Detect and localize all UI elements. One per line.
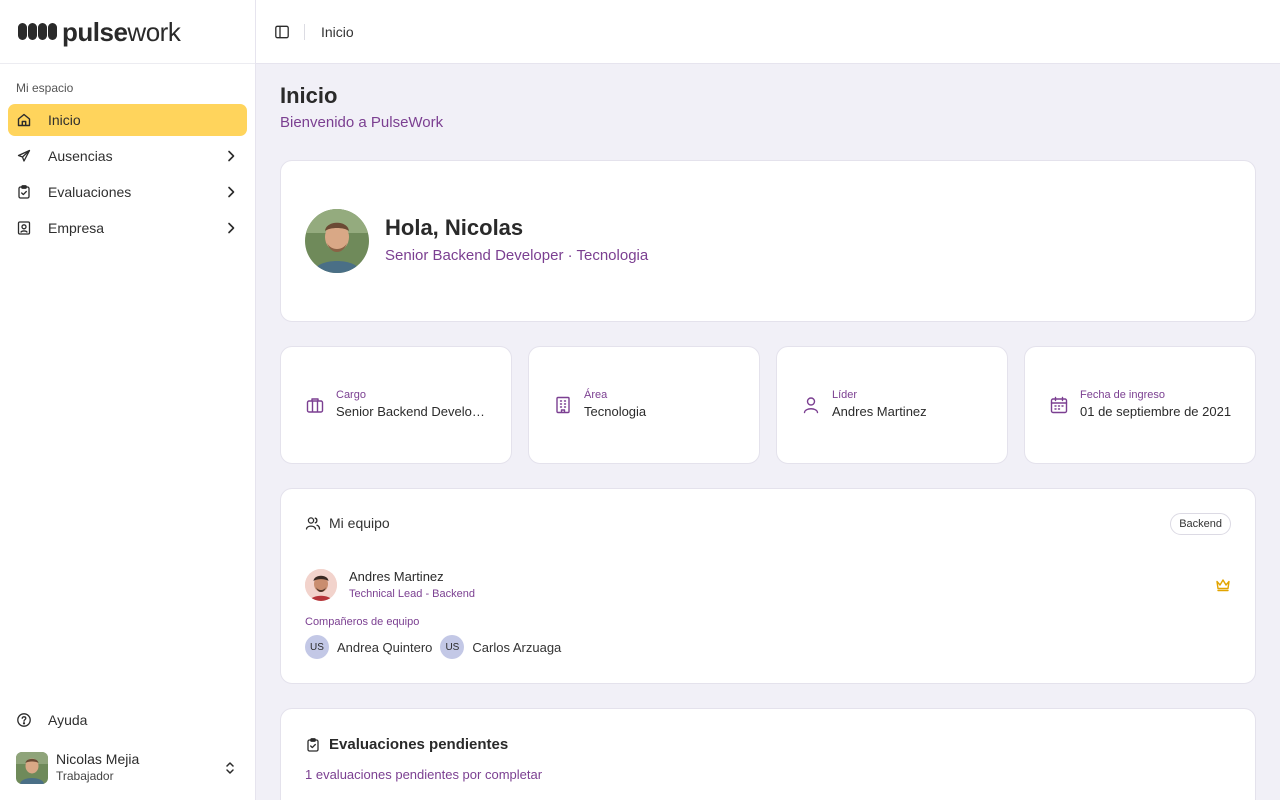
info-card-lider: Líder Andres Martinez (776, 346, 1008, 464)
info-value: 01 de septiembre de 2021 (1080, 404, 1232, 419)
info-value: Senior Backend Developer (336, 404, 488, 419)
teammate[interactable]: US Carlos Arzuaga (440, 635, 561, 659)
profile-subtitle: Senior Backend Developer · Tecnologia (385, 247, 649, 264)
sidebar-item-empresa[interactable]: Empresa (8, 212, 247, 244)
info-label: Cargo (336, 389, 366, 401)
calendar-icon (1049, 395, 1069, 415)
logo-wordmark: pulsework (62, 16, 181, 47)
topbar: Inicio (256, 0, 1280, 64)
teammate[interactable]: US Andrea Quintero (305, 635, 432, 659)
divider (304, 23, 305, 40)
chevron-right-icon (223, 184, 239, 200)
clipboard-check-icon (305, 737, 321, 753)
sidebar-nav: Inicio Ausencias Evaluaciones Empresa (8, 104, 247, 248)
page-subtitle: Bienvenido a PulseWork (280, 114, 444, 131)
sidebar-toggle-button[interactable] (268, 18, 296, 46)
id-badge-icon (16, 220, 32, 236)
info-card-area: Área Tecnologia (528, 346, 760, 464)
pending-evaluations-card[interactable]: Evaluaciones pendientes 1 evaluaciones p… (280, 708, 1256, 800)
sidebar: pulsework Mi espacio Inicio Ausencias Ev… (0, 0, 256, 800)
evaluations-subtitle: 1 evaluaciones pendientes por completar (305, 767, 543, 782)
info-card-fecha-ingreso: Fecha de ingreso 01 de septiembre de 202… (1024, 346, 1256, 464)
avatar (16, 752, 48, 784)
info-card-cargo: Cargo Senior Backend Developer (280, 346, 512, 464)
main-content: Inicio Bienvenido a PulseWork Hola, Nico… (256, 64, 1280, 800)
leader-name: Andres Martinez (349, 569, 444, 584)
sidebar-item-label: Empresa (48, 220, 105, 236)
profile-card: Hola, Nicolas Senior Backend Developer ·… (280, 160, 1256, 322)
user-name: Nicolas Mejia (56, 751, 140, 767)
team-title: Mi equipo (329, 515, 390, 531)
briefcase-icon (305, 395, 325, 415)
avatar-initials: US (305, 635, 329, 659)
sidebar-item-inicio[interactable]: Inicio (8, 104, 247, 136)
avatar (305, 209, 369, 273)
info-label: Área (584, 389, 608, 401)
evaluations-title: Evaluaciones pendientes (329, 736, 509, 753)
user-menu[interactable]: Nicolas Mejia Trabajador (16, 751, 248, 784)
help-circle-icon (16, 712, 32, 728)
pulsework-logo[interactable]: pulsework (0, 0, 255, 64)
sidebar-item-label: Inicio (48, 112, 81, 128)
teammates-label: Compañeros de equipo (305, 616, 420, 628)
chevrons-up-down-icon (222, 760, 238, 776)
sidebar-item-label: Evaluaciones (48, 184, 132, 200)
home-icon (16, 112, 32, 128)
team-badge: Backend (1170, 513, 1231, 535)
panel-left-icon (275, 25, 289, 38)
avatar-initials: US (440, 635, 465, 659)
crown-icon (1215, 577, 1231, 593)
info-value: Andres Martinez (832, 404, 927, 419)
avatar (305, 569, 337, 601)
users-icon (305, 515, 321, 531)
info-label: Fecha de ingreso (1080, 389, 1165, 401)
teammate-name: Carlos Arzuaga (472, 639, 562, 655)
user-role: Trabajador (56, 769, 114, 783)
plane-icon (16, 148, 32, 164)
breadcrumb[interactable]: Inicio (321, 24, 354, 40)
help-label: Ayuda (48, 712, 88, 728)
logo-mark-icon (18, 23, 58, 40)
sidebar-section-label: Mi espacio (16, 81, 74, 95)
sidebar-item-label: Ausencias (48, 148, 113, 164)
chevron-right-icon (223, 148, 239, 164)
chevron-right-icon (223, 220, 239, 236)
user-icon (801, 395, 821, 415)
page-title: Inicio (280, 83, 338, 108)
info-label: Líder (832, 389, 858, 401)
teammate-name: Andrea Quintero (337, 639, 433, 655)
team-card: Mi equipo Backend Andres Martinez Techni… (280, 488, 1256, 684)
greeting: Hola, Nicolas (385, 215, 524, 240)
teammates-list: US Andrea Quintero US Carlos Arzuaga (305, 635, 569, 659)
sidebar-item-evaluaciones[interactable]: Evaluaciones (8, 176, 247, 208)
sidebar-item-ausencias[interactable]: Ausencias (8, 140, 247, 172)
leader-role: Technical Lead - Backend (349, 588, 475, 600)
info-value: Tecnologia (584, 404, 647, 419)
clipboard-check-icon (16, 184, 32, 200)
help-link[interactable]: Ayuda (8, 704, 247, 736)
building-icon (553, 395, 573, 415)
